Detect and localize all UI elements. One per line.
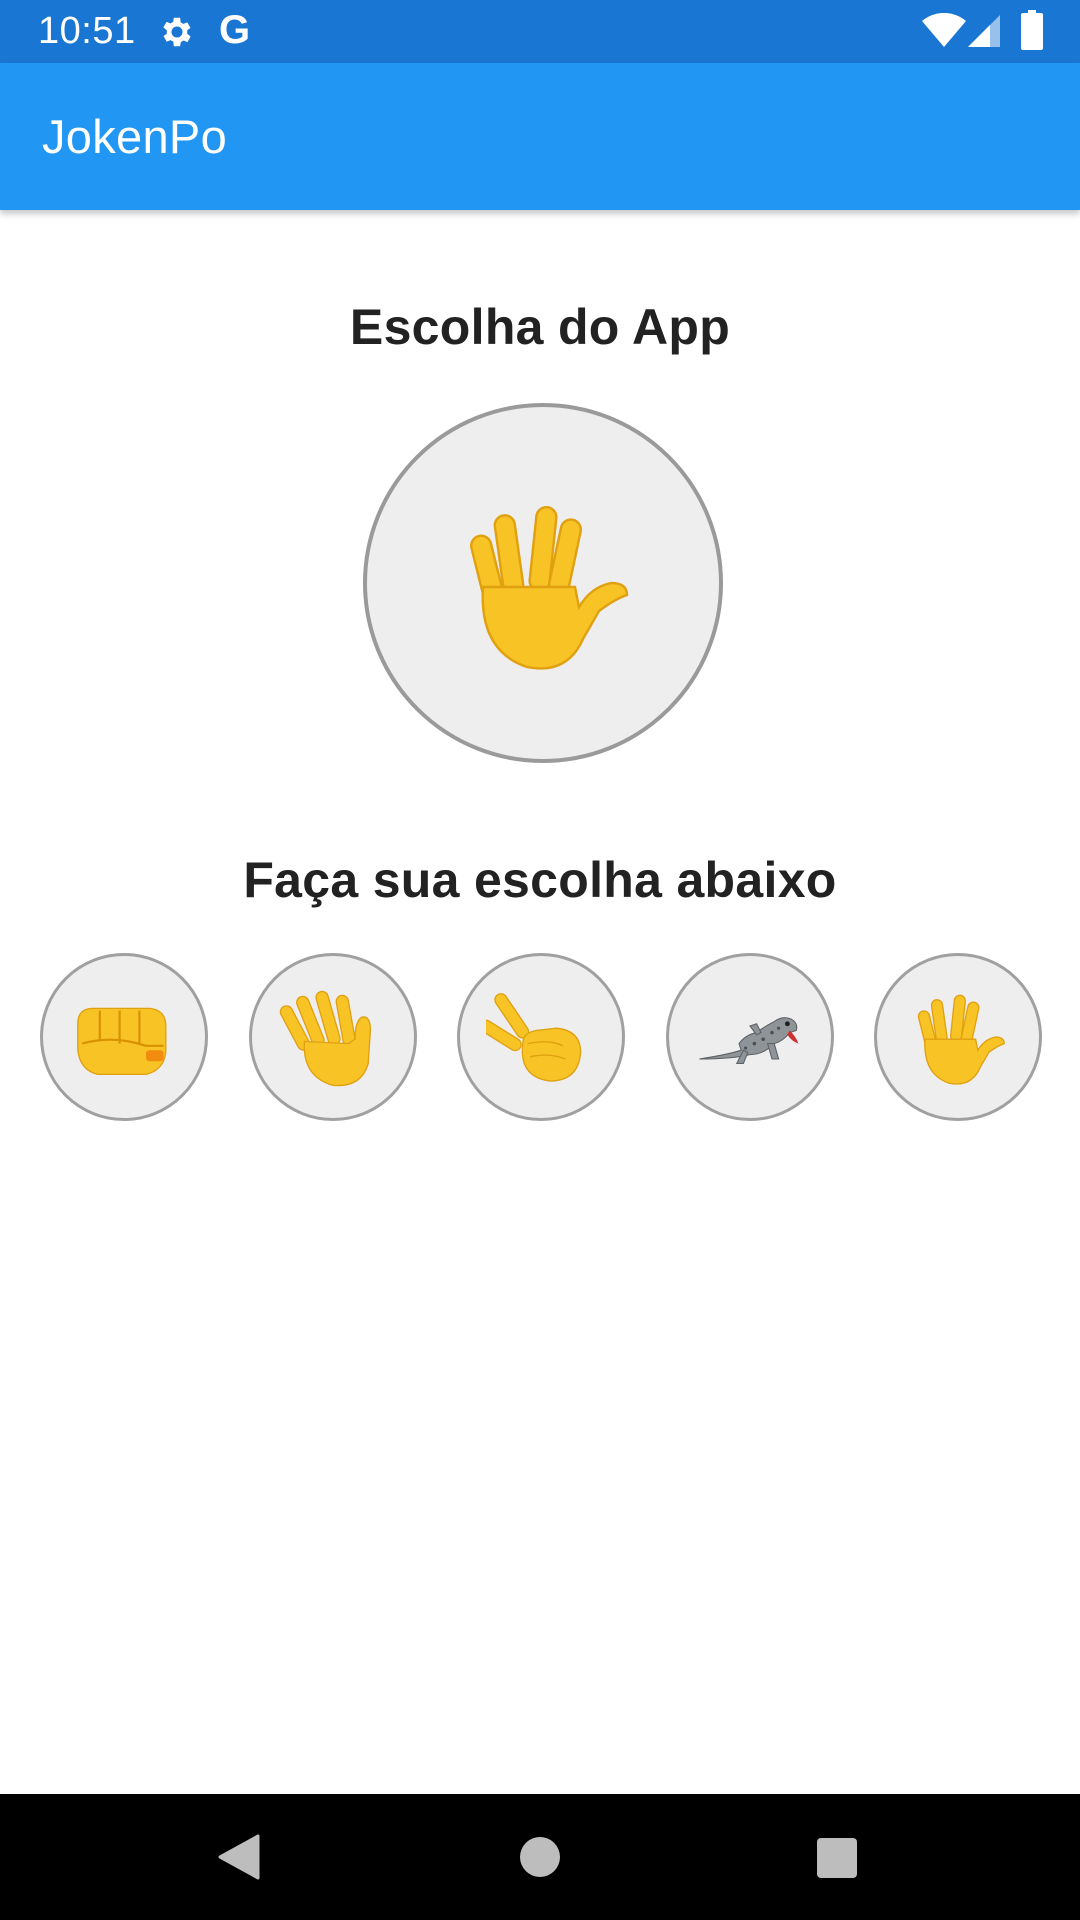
wifi-icon <box>922 13 966 47</box>
screen: 10:51 G JokenPo Escolha do App Faça sua … <box>0 0 1080 1920</box>
spock-hand-icon <box>917 994 1005 1085</box>
lizard-icon <box>699 1017 799 1064</box>
choice-rock-button[interactable] <box>40 953 208 1121</box>
battery-icon <box>1021 10 1043 50</box>
open-hand-icon <box>279 990 372 1087</box>
status-time: 10:51 <box>38 10 136 52</box>
spock-hand-icon <box>469 505 629 670</box>
recents-icon[interactable] <box>817 1838 857 1878</box>
home-icon[interactable] <box>520 1837 560 1877</box>
victory-hand-icon <box>486 993 582 1082</box>
signal-icon <box>968 15 1000 47</box>
choice-lizard-button[interactable] <box>666 953 834 1121</box>
choice-paper-button[interactable] <box>249 953 417 1121</box>
app-choice-heading: Escolha do App <box>349 299 731 355</box>
choice-scissors-button[interactable] <box>457 953 625 1121</box>
navigation-bar <box>0 1794 1080 1920</box>
gear-icon <box>163 17 191 47</box>
app-title: JokenPo <box>42 110 228 163</box>
choice-spock-button[interactable] <box>874 953 1042 1121</box>
back-icon[interactable] <box>218 1834 260 1880</box>
app-choice-image <box>363 403 723 763</box>
fist-icon <box>77 1007 167 1076</box>
app-bar: JokenPo <box>0 63 1080 210</box>
google-g-icon: G <box>219 8 251 52</box>
user-choice-heading: Faça sua escolha abaixo <box>243 852 837 908</box>
status-bar: 10:51 G <box>0 0 1080 63</box>
